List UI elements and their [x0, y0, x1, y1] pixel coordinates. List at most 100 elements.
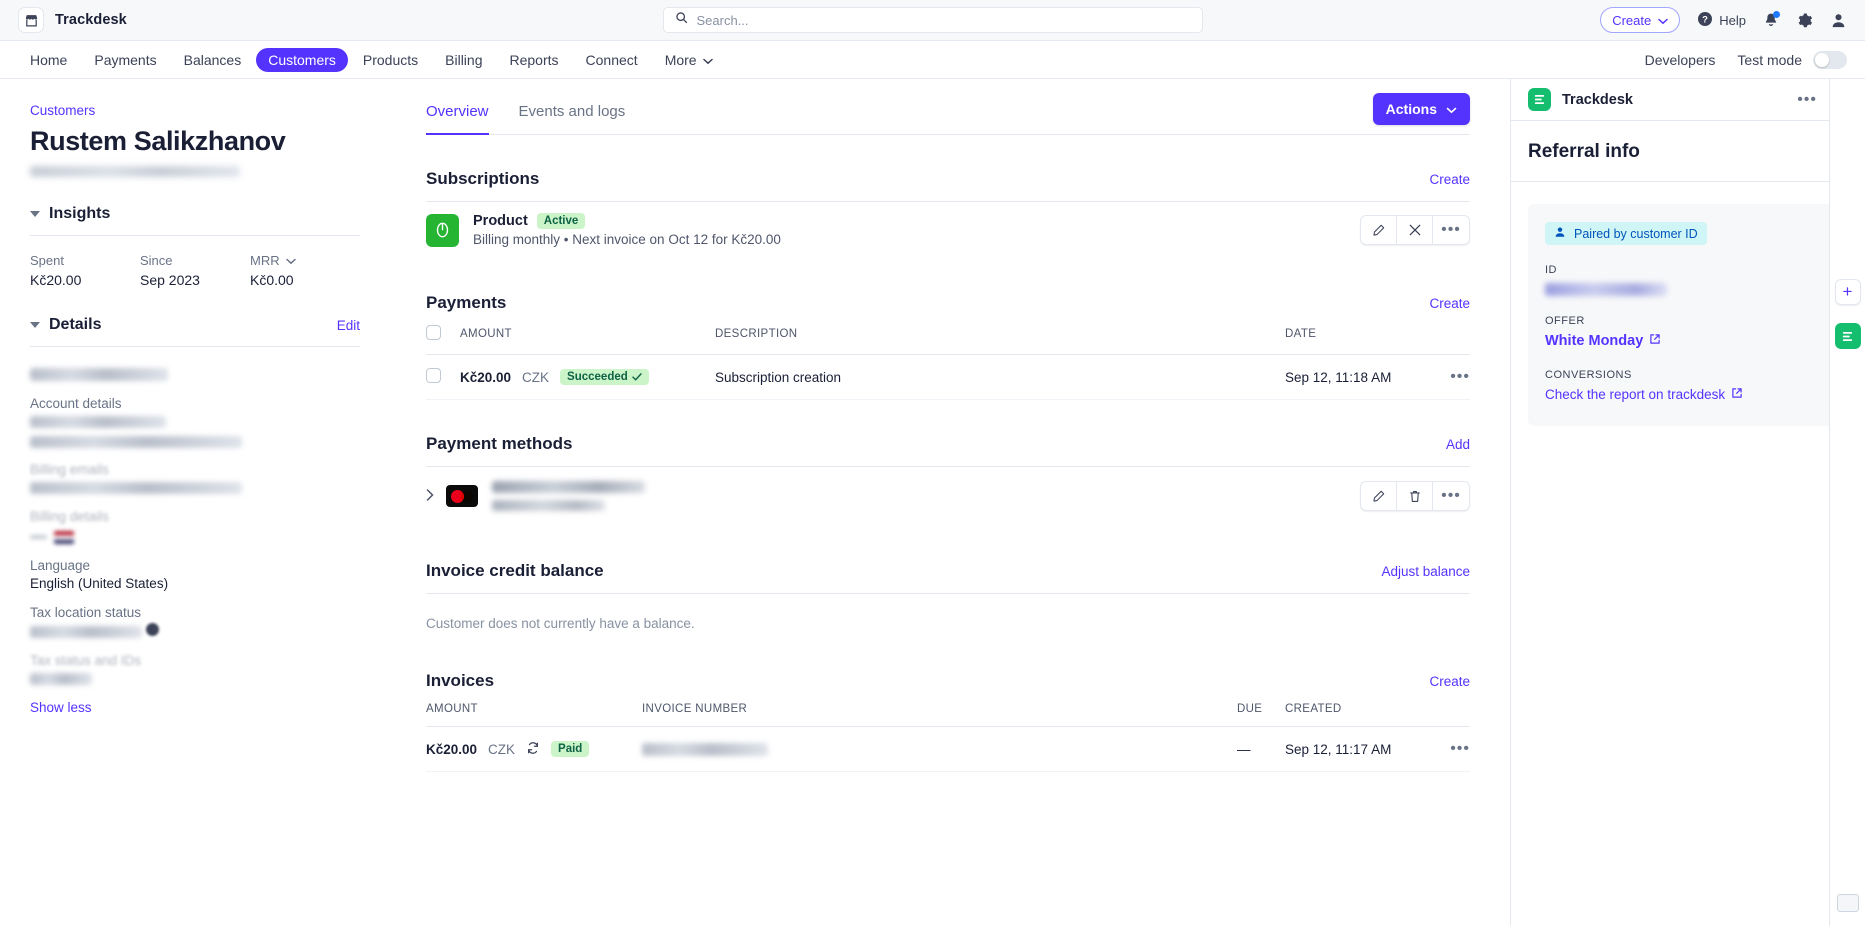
referral-offer-label: OFFER [1545, 315, 1831, 327]
cancel-subscription-button[interactable] [1397, 216, 1433, 244]
payments-create-link[interactable]: Create [1429, 296, 1470, 311]
invoices-title: Invoices [426, 671, 494, 691]
test-mode-toggle[interactable] [1813, 51, 1847, 69]
detail-row-id [30, 364, 360, 382]
insight-label-row[interactable]: MRR [250, 253, 360, 268]
nav-item-balances[interactable]: Balances [172, 48, 254, 72]
invoice-created-date: Sep 12, 11:17 AM [1285, 742, 1391, 757]
show-less-button[interactable]: Show less [30, 700, 360, 715]
nav-item-more[interactable]: More [653, 48, 725, 72]
edit-subscription-button[interactable] [1361, 216, 1397, 244]
panel-more-button[interactable]: ••• [1797, 91, 1817, 109]
add-app-button[interactable]: + [1835, 279, 1861, 305]
nav-item-home[interactable]: Home [18, 48, 79, 72]
rail-collapse-button[interactable] [1837, 894, 1859, 912]
help-button[interactable]: ? Help [1697, 11, 1746, 30]
subscription-row[interactable]: Product Active Billing monthly • Next in… [426, 202, 1470, 259]
insights-header: Insights [30, 205, 360, 223]
nav-label: Reports [510, 52, 559, 68]
edit-payment-method-button[interactable] [1361, 482, 1397, 510]
user-icon [1554, 226, 1566, 241]
chevron-down-icon [1446, 101, 1457, 117]
invoice-status-badge: Paid [551, 741, 589, 757]
payment-amount-cell: Kč20.00 CZK Succeeded [460, 355, 715, 400]
subscription-product-name: Product [473, 213, 528, 229]
invoice-row-more-button[interactable]: ••• [1450, 740, 1470, 758]
subscription-more-button[interactable]: ••• [1433, 216, 1469, 244]
rail-trackdesk-app-icon[interactable] [1835, 323, 1861, 349]
search-box[interactable] [663, 7, 1203, 33]
nav-label: Balances [184, 52, 242, 68]
referral-conversions-link[interactable]: Check the report on trackdesk [1545, 387, 1743, 402]
table-row[interactable]: Kč20.00 CZK Succeeded Subscription creat… [426, 355, 1470, 400]
nav-item-billing[interactable]: Billing [433, 48, 494, 72]
insight-value: Kč20.00 [30, 272, 140, 288]
subscriptions-header: Subscriptions Create [426, 169, 1470, 189]
payment-description-cell: Subscription creation [715, 355, 1285, 400]
details-edit-button[interactable]: Edit [337, 318, 360, 333]
detail-row-tax-location-status: Tax location status [30, 605, 360, 639]
detail-label: Language [30, 558, 360, 573]
customer-sidebar: Customers Rustem Salikzhanov Insights Sp… [0, 79, 390, 926]
search-icon [675, 11, 688, 29]
nav-item-products[interactable]: Products [351, 48, 430, 72]
search-input[interactable] [697, 13, 1191, 28]
invoice-due-cell: — [1237, 727, 1285, 772]
chevron-down-icon[interactable] [30, 211, 40, 217]
payment-row-more-button[interactable]: ••• [1450, 368, 1470, 386]
status-badge: Active [537, 213, 586, 229]
paired-badge-label: Paired by customer ID [1574, 227, 1698, 241]
tab-events-and-logs[interactable]: Events and logs [519, 103, 626, 134]
detail-value: English (United States) [30, 576, 360, 591]
nav-label: Home [30, 52, 67, 68]
invoices-create-link[interactable]: Create [1429, 674, 1470, 689]
app-root: Trackdesk Create [0, 0, 1865, 926]
test-mode-control[interactable]: Test mode [1737, 51, 1847, 69]
chevron-down-icon[interactable] [30, 322, 40, 328]
referral-conversions-value: Check the report on trackdesk [1545, 387, 1725, 402]
payment-status-label: Succeeded [567, 371, 628, 383]
payment-status-badge: Succeeded [560, 369, 649, 385]
detail-value [30, 480, 360, 495]
user-account-button[interactable] [1830, 12, 1847, 29]
adjust-balance-link[interactable]: Adjust balance [1381, 564, 1470, 579]
page-body: Customers Rustem Salikzhanov Insights Sp… [0, 79, 1865, 926]
nav-item-customers[interactable]: Customers [256, 48, 348, 72]
payment-methods-add-link[interactable]: Add [1446, 437, 1470, 452]
search-container [663, 7, 1203, 33]
referral-info-title: Referral info [1511, 121, 1865, 182]
subscription-info: Product Active Billing monthly • Next in… [473, 213, 781, 247]
invoices-header-row: AMOUNT INVOICE NUMBER DUE CREATED [426, 691, 1470, 727]
actions-button[interactable]: Actions [1373, 93, 1470, 125]
brand[interactable]: Trackdesk [18, 7, 127, 33]
row-checkbox[interactable] [426, 368, 441, 383]
settings-gear-button[interactable] [1796, 12, 1813, 29]
notifications-button[interactable] [1763, 12, 1779, 29]
payment-method-row[interactable]: ••• [426, 467, 1470, 527]
table-row[interactable]: Kč20.00 CZK Paid [426, 727, 1470, 772]
detail-row-account-details: Account details [30, 396, 360, 448]
delete-payment-method-button[interactable] [1397, 482, 1433, 510]
invoices-col-amount: AMOUNT [426, 691, 642, 727]
nav-item-reports[interactable]: Reports [498, 48, 571, 72]
payments-col-amount: AMOUNT [460, 313, 715, 355]
breadcrumb[interactable]: Customers [30, 103, 360, 118]
test-mode-label: Test mode [1737, 52, 1802, 68]
chevron-right-icon[interactable] [426, 488, 434, 504]
tab-overview[interactable]: Overview [426, 103, 489, 135]
payments-section: Payments Create AMOUNT DESCRIPTION DATE [426, 293, 1470, 400]
invoices-section: Invoices Create AMOUNT INVOICE NUMBER DU… [426, 671, 1470, 772]
insight-label: Since [140, 253, 250, 268]
details-title: Details [49, 316, 101, 334]
nav-item-payments[interactable]: Payments [82, 48, 168, 72]
payment-method-more-button[interactable]: ••• [1433, 482, 1469, 510]
insight-value: Sep 2023 [140, 272, 250, 288]
referral-offer-link[interactable]: White Monday [1545, 333, 1661, 349]
insight-value: Kč0.00 [250, 272, 360, 288]
nav-item-connect[interactable]: Connect [574, 48, 650, 72]
select-all-checkbox[interactable] [426, 325, 441, 340]
subscriptions-create-link[interactable]: Create [1429, 172, 1470, 187]
chevron-down-icon[interactable] [286, 253, 296, 268]
create-button[interactable]: Create [1600, 7, 1680, 33]
developers-link[interactable]: Developers [1645, 52, 1716, 68]
